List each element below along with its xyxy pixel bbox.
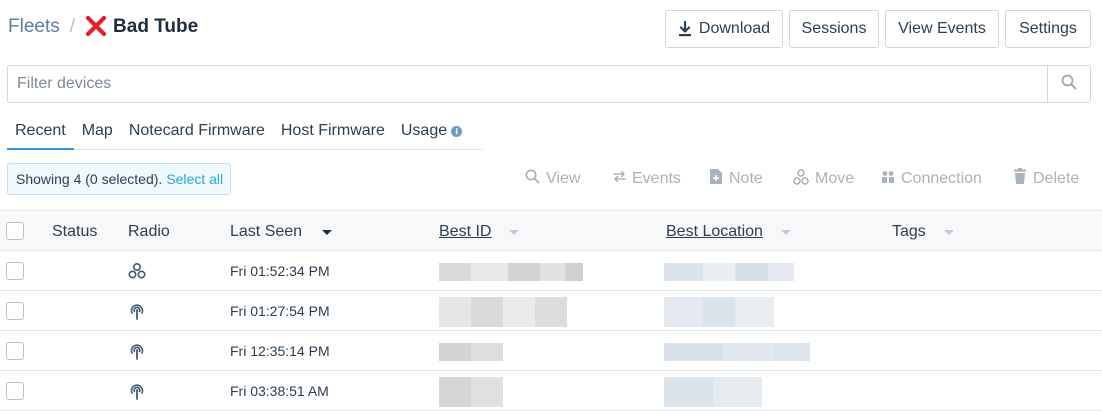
cellular-icon <box>128 382 146 400</box>
best-id-redacted <box>439 297 567 327</box>
tab-host-firmware-label: Host Firmware <box>280 122 385 139</box>
sort-descending-icon <box>322 229 333 235</box>
sort-caret-icon <box>943 229 954 235</box>
column-last-seen[interactable]: Last Seen <box>230 223 333 241</box>
best-location-redacted <box>664 263 794 281</box>
tab-host-firmware[interactable]: Host Firmware <box>273 112 393 150</box>
cellular-icon <box>128 302 146 320</box>
select-all-link[interactable]: Select all <box>166 171 223 187</box>
note-action-button[interactable]: Note <box>709 168 763 190</box>
column-radio[interactable]: Radio <box>128 223 170 241</box>
move-action-label: Move <box>815 170 855 187</box>
column-tags[interactable]: Tags <box>892 223 954 241</box>
best-location-redacted <box>664 343 810 361</box>
page-title: Bad Tube <box>113 16 199 37</box>
breadcrumb: Fleets / Bad Tube <box>8 15 199 38</box>
connection-icon <box>881 170 895 189</box>
last-seen-value: Fri 01:27:54 PM <box>230 303 330 319</box>
delete-action-label: Delete <box>1033 170 1080 187</box>
trash-icon <box>1013 168 1027 190</box>
cellular-icon <box>128 342 146 360</box>
column-tags-label: Tags <box>892 223 926 240</box>
best-id-redacted <box>439 377 503 407</box>
table-row[interactable]: Fri 12:35:14 PM <box>0 331 1102 371</box>
last-seen-value: Fri 03:38:51 AM <box>230 383 329 399</box>
move-nodes-icon <box>793 168 809 190</box>
tab-recent-label: Recent <box>15 122 66 139</box>
search-icon <box>525 169 540 189</box>
row-checkbox[interactable] <box>6 302 24 320</box>
column-best-id[interactable]: Best ID <box>439 223 520 241</box>
best-id-redacted <box>439 263 583 281</box>
sort-caret-icon <box>509 229 520 235</box>
sessions-label: Sessions <box>801 20 867 37</box>
breadcrumb-separator: / <box>69 16 76 37</box>
view-action-button[interactable]: View <box>525 168 580 190</box>
note-action-label: Note <box>729 170 763 187</box>
breadcrumb-fleets-link[interactable]: Fleets <box>8 16 60 38</box>
view-tabs: Recent Map Notecard Firmware Host Firmwa… <box>7 112 483 150</box>
column-status-label: Status <box>52 223 98 240</box>
view-action-label: View <box>546 170 581 187</box>
note-icon <box>709 168 723 190</box>
best-location-redacted <box>664 297 774 327</box>
download-button[interactable]: Download <box>665 10 783 48</box>
column-last-seen-label: Last Seen <box>230 223 303 240</box>
swap-arrows-icon <box>613 170 626 188</box>
tab-notecard-firmware-label: Notecard Firmware <box>128 122 265 139</box>
tab-map[interactable]: Map <box>74 112 121 150</box>
devices-table: Status Radio Last Seen Best ID Best Loca… <box>0 210 1102 411</box>
red-x-icon <box>85 15 107 37</box>
select-all-checkbox[interactable] <box>6 222 24 240</box>
table-row[interactable]: Fri 01:52:34 PM <box>0 251 1102 291</box>
tab-usage[interactable]: Usage i <box>393 112 470 150</box>
tab-map-label: Map <box>81 122 113 139</box>
best-location-redacted <box>664 377 762 407</box>
settings-label: Settings <box>1019 20 1077 37</box>
table-row[interactable]: Fri 03:38:51 AM <box>0 371 1102 411</box>
table-header: Status Radio Last Seen Best ID Best Loca… <box>0 210 1102 251</box>
header: Fleets / Bad Tube Download Sessions View… <box>0 0 1102 58</box>
download-label: Download <box>698 20 771 37</box>
tab-notecard-firmware[interactable]: Notecard Firmware <box>121 112 273 150</box>
column-best-id-label: Best ID <box>439 223 492 240</box>
connection-action-label: Connection <box>901 170 982 187</box>
search-icon <box>1061 74 1077 95</box>
row-checkbox[interactable] <box>6 382 24 400</box>
view-events-label: View Events <box>898 20 986 37</box>
column-radio-label: Radio <box>128 223 170 240</box>
last-seen-value: Fri 01:52:34 PM <box>230 263 330 279</box>
connection-action-button[interactable]: Connection <box>881 168 982 190</box>
sort-caret-icon <box>780 229 791 235</box>
move-action-button[interactable]: Move <box>793 168 854 190</box>
selection-count: Showing 4 (0 selected). <box>16 171 163 187</box>
row-checkbox[interactable] <box>6 342 24 360</box>
filter-bar <box>7 65 1091 103</box>
settings-button[interactable]: Settings <box>1005 10 1091 48</box>
info-icon[interactable]: i <box>451 126 463 137</box>
row-checkbox[interactable] <box>6 262 24 280</box>
last-seen-value: Fri 12:35:14 PM <box>230 343 330 359</box>
tab-usage-label: Usage <box>400 122 448 139</box>
column-best-location-label: Best Location <box>666 223 763 240</box>
table-row[interactable]: Fri 01:27:54 PM <box>0 291 1102 331</box>
column-best-location[interactable]: Best Location <box>666 223 791 241</box>
sessions-button[interactable]: Sessions <box>789 10 879 48</box>
tab-recent[interactable]: Recent <box>7 112 74 150</box>
view-events-button[interactable]: View Events <box>885 10 999 48</box>
filter-search-button[interactable] <box>1047 66 1090 102</box>
delete-action-button[interactable]: Delete <box>1013 168 1079 190</box>
column-status[interactable]: Status <box>52 223 97 241</box>
download-icon <box>678 21 692 37</box>
best-id-redacted <box>439 343 503 361</box>
filter-devices-input[interactable] <box>8 66 1048 102</box>
events-action-button[interactable]: Events <box>613 168 681 190</box>
wifi-icon <box>128 262 146 280</box>
events-action-label: Events <box>632 170 681 187</box>
selection-summary: Showing 4 (0 selected). Select all <box>7 163 231 195</box>
